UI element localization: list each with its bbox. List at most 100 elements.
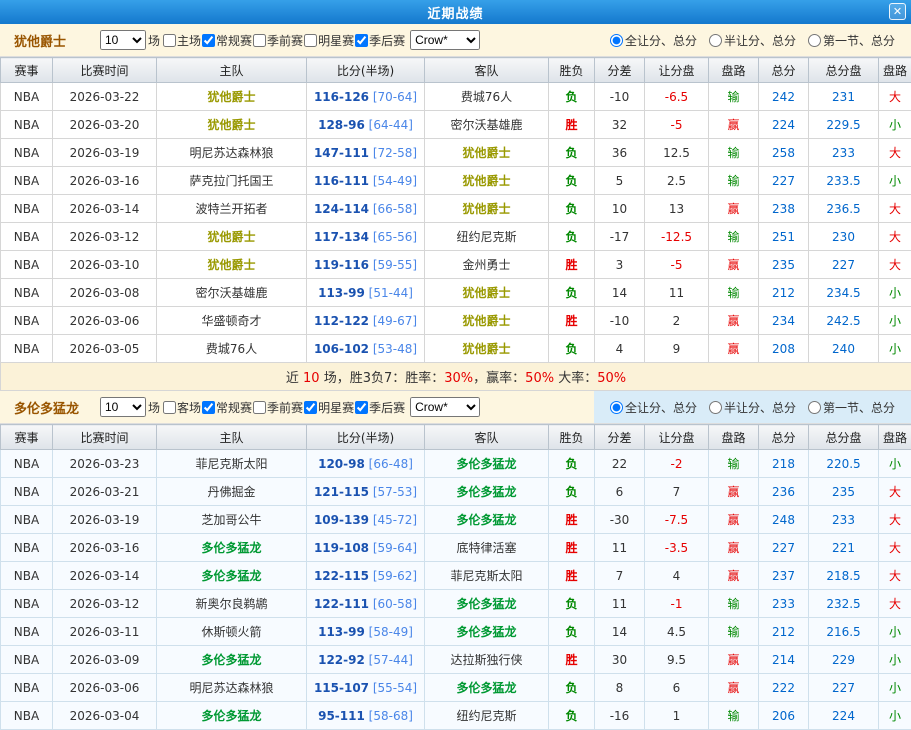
column-header-1: 比赛时间	[53, 425, 157, 450]
radio-option-full-handicap-total[interactable]: 全让分、总分	[610, 399, 697, 416]
checkbox-home-games[interactable]	[163, 34, 176, 47]
filter-option-allstar[interactable]: 明星赛	[304, 32, 354, 49]
summary-text-segment: 场，胜3负7：胜率：	[320, 371, 445, 386]
point-diff-cell: 3	[595, 251, 645, 279]
point-diff-cell: -10	[595, 83, 645, 111]
home-team-name: 休斯顿火箭	[201, 625, 261, 639]
total-points-cell: 206	[759, 702, 809, 730]
away-team-name: 多伦多猛龙	[456, 625, 516, 639]
result-cell: 胜	[549, 506, 595, 534]
filter-option-home-games[interactable]: 主场	[163, 32, 201, 49]
checkbox-away-games[interactable]	[163, 401, 176, 414]
games-count-select[interactable]: 10	[100, 30, 146, 50]
half-time-score: [59-64]	[369, 541, 417, 555]
odds-company-select[interactable]: Crow*	[410, 30, 480, 50]
league-cell: NBA	[1, 450, 53, 478]
league-cell: NBA	[1, 590, 53, 618]
away-team-name: 纽约尼克斯	[456, 709, 516, 723]
radio-option-first-quarter-total[interactable]: 第一节、总分	[808, 399, 895, 416]
radio-label: 半让分、总分	[724, 32, 796, 49]
column-header-7: 让分盘	[645, 58, 709, 83]
date-cell: 2026-03-12	[53, 590, 157, 618]
point-diff-cell: 11	[595, 534, 645, 562]
column-header-row: 赛事比赛时间主队比分(半场)客队胜负分差让分盘盘路总分总分盘盘路	[1, 425, 911, 450]
league-cell: NBA	[1, 506, 53, 534]
radio-half-handicap-total[interactable]	[709, 34, 722, 47]
odds-company-select[interactable]: Crow*	[410, 397, 480, 417]
date-cell: 2026-03-04	[53, 702, 157, 730]
result-cell: 负	[549, 590, 595, 618]
score-cell: 113-99 [58-49]	[307, 618, 425, 646]
checkbox-preseason[interactable]	[253, 34, 266, 47]
handicap-line-cell: 1	[645, 702, 709, 730]
league-cell: NBA	[1, 279, 53, 307]
column-header-11: 盘路	[879, 58, 911, 83]
total-line-cell: 220.5	[809, 450, 879, 478]
filter-option-regular-season[interactable]: 常规赛	[202, 399, 252, 416]
league-cell: NBA	[1, 223, 53, 251]
column-header-8: 盘路	[709, 58, 759, 83]
column-header-3: 比分(半场)	[307, 58, 425, 83]
column-header-1: 比赛时间	[53, 58, 157, 83]
handicap-line-cell: -7.5	[645, 506, 709, 534]
checkbox-playoffs[interactable]	[355, 401, 368, 414]
checkbox-preseason[interactable]	[253, 401, 266, 414]
radio-full-handicap-total[interactable]	[610, 34, 623, 47]
radio-option-half-handicap-total[interactable]: 半让分、总分	[709, 32, 796, 49]
home-team-cell: 新奥尔良鹈鹕	[157, 590, 307, 618]
handicap-line-cell: 11	[645, 279, 709, 307]
checkbox-playoffs[interactable]	[355, 34, 368, 47]
checkbox-label: 季前赛	[267, 399, 303, 416]
result-cell: 胜	[549, 562, 595, 590]
radio-label: 半让分、总分	[724, 399, 796, 416]
radio-half-handicap-total[interactable]	[709, 401, 722, 414]
filter-option-playoffs[interactable]: 季后赛	[355, 399, 405, 416]
score-cell: 124-114 [66-58]	[307, 195, 425, 223]
filter-option-regular-season[interactable]: 常规赛	[202, 32, 252, 49]
filter-option-playoffs[interactable]: 季后赛	[355, 32, 405, 49]
checkbox-regular-season[interactable]	[202, 401, 215, 414]
radio-option-first-quarter-total[interactable]: 第一节、总分	[808, 32, 895, 49]
radio-full-handicap-total[interactable]	[610, 401, 623, 414]
checkbox-allstar[interactable]	[304, 34, 317, 47]
date-cell: 2026-03-06	[53, 674, 157, 702]
market-radio-group: 全让分、总分 半让分、总分第一节、总分	[594, 24, 911, 56]
final-score: 116-111	[314, 174, 369, 188]
filter-team-label: 犹他爵士	[14, 31, 100, 50]
half-time-score: [51-44]	[365, 286, 413, 300]
games-count-select[interactable]: 10	[100, 397, 146, 417]
date-cell: 2026-03-14	[53, 562, 157, 590]
total-points-cell: 233	[759, 590, 809, 618]
score-cell: 106-102 [53-48]	[307, 335, 425, 363]
point-diff-cell: 7	[595, 562, 645, 590]
total-line-cell: 224	[809, 702, 879, 730]
checkbox-regular-season[interactable]	[202, 34, 215, 47]
game-row: NBA2026-03-22犹他爵士116-126 [70-64]费城76人负-1…	[1, 83, 911, 111]
away-team-name: 犹他爵士	[462, 342, 510, 356]
radio-first-quarter-total[interactable]	[808, 34, 821, 47]
handicap-line-cell: -3.5	[645, 534, 709, 562]
handicap-result-cell: 赢	[709, 335, 759, 363]
over-under-cell: 大	[879, 223, 911, 251]
close-button[interactable]: ✕	[889, 3, 906, 20]
checkbox-allstar[interactable]	[304, 401, 317, 414]
half-time-score: [49-67]	[369, 314, 417, 328]
total-line-cell: 218.5	[809, 562, 879, 590]
result-cell: 胜	[549, 646, 595, 674]
filter-option-preseason[interactable]: 季前赛	[253, 399, 303, 416]
radio-option-full-handicap-total[interactable]: 全让分、总分	[610, 32, 697, 49]
home-team-cell: 明尼苏达森林狼	[157, 674, 307, 702]
filter-option-away-games[interactable]: 客场	[163, 399, 201, 416]
final-score: 112-122	[314, 314, 369, 328]
radio-option-half-handicap-total[interactable]: 半让分、总分	[709, 399, 796, 416]
away-team-name: 纽约尼克斯	[456, 230, 516, 244]
over-under-cell: 大	[879, 562, 911, 590]
filter-option-preseason[interactable]: 季前赛	[253, 32, 303, 49]
final-score: 121-115	[314, 485, 369, 499]
radio-label: 全让分、总分	[625, 32, 697, 49]
filter-option-allstar[interactable]: 明星赛	[304, 399, 354, 416]
away-team-cell: 纽约尼克斯	[425, 223, 549, 251]
radio-first-quarter-total[interactable]	[808, 401, 821, 414]
final-score: 109-139	[314, 513, 369, 527]
score-cell: 119-116 [59-55]	[307, 251, 425, 279]
